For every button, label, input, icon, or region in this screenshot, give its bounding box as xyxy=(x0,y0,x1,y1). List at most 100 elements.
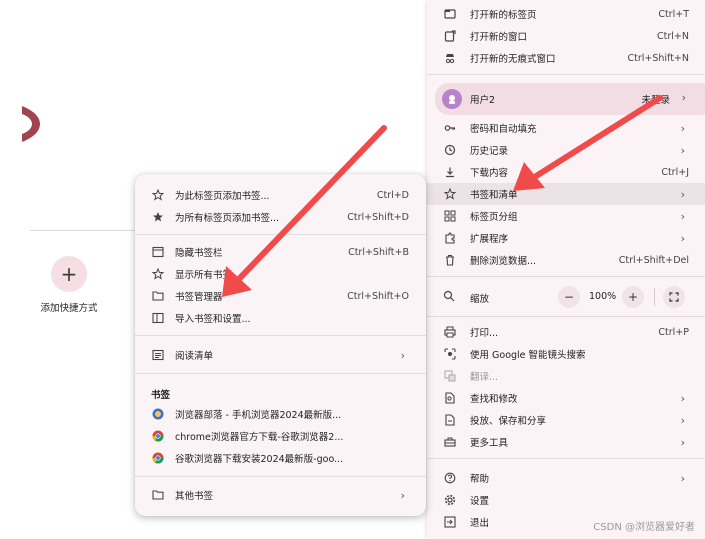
tab-groups-icon xyxy=(443,209,457,223)
menu-item-clear-data[interactable]: 删除浏览数据... Ctrl+Shift+Del xyxy=(427,249,705,271)
menu-divider xyxy=(427,316,705,317)
bookmark-bar-icon xyxy=(151,245,165,259)
translate-icon xyxy=(443,369,457,383)
menu-item-new-window[interactable]: 打开新的窗口 Ctrl+N xyxy=(427,25,705,47)
google-logo-fragment xyxy=(22,106,40,142)
star-icon xyxy=(443,187,457,201)
menu-item-passwords[interactable]: 密码和自动填充 › xyxy=(427,117,705,139)
zoom-in-button[interactable]: + xyxy=(622,286,644,308)
menu-item-downloads[interactable]: 下载内容 Ctrl+J xyxy=(427,161,705,183)
site-favicon-icon xyxy=(151,407,165,421)
avatar xyxy=(442,89,462,109)
trash-icon xyxy=(443,253,457,267)
submenu-divider xyxy=(135,234,426,235)
chevron-right-icon: › xyxy=(400,488,405,502)
profile-name: 用户2 xyxy=(470,95,496,106)
menu-item-history[interactable]: 历史记录 › xyxy=(427,139,705,161)
download-icon xyxy=(443,165,457,179)
zoom-divider xyxy=(654,288,655,306)
history-icon xyxy=(443,143,457,157)
star-outline-icon xyxy=(151,188,165,202)
zoom-out-button[interactable]: − xyxy=(558,286,580,308)
chevron-right-icon: › xyxy=(680,413,685,427)
menu-item-google-lens[interactable]: 使用 Google 智能镜头搜索 xyxy=(427,343,705,365)
bookmark-item[interactable]: 浏览器部落 - 手机浏览器2024最新版... xyxy=(135,403,426,425)
chrome-favicon-icon xyxy=(151,429,165,443)
add-shortcut-tile[interactable]: + 添加快捷方式 xyxy=(36,256,102,314)
fullscreen-button[interactable] xyxy=(663,286,685,308)
bookmark-item[interactable]: 谷歌浏览器下载安装2024最新版-goo... xyxy=(135,447,426,469)
find-icon xyxy=(443,391,457,405)
zoom-icon xyxy=(443,290,455,305)
new-tab-icon xyxy=(443,7,457,21)
bookmarks-submenu: 为此标签页添加书签... Ctrl+D 为所有标签页添加书签... Ctrl+S… xyxy=(135,174,426,516)
menu-item-settings[interactable]: 设置 xyxy=(427,489,705,511)
show-all-bookmarks-item[interactable]: 显示所有书签 xyxy=(135,263,426,285)
submenu-divider xyxy=(135,476,426,477)
menu-item-cast-save-share[interactable]: 投放、保存和分享 › xyxy=(427,409,705,431)
search-box-edge xyxy=(30,230,140,231)
menu-item-help[interactable]: 帮助 › xyxy=(427,467,705,489)
hide-bookmark-bar-item[interactable]: 隐藏书签栏 Ctrl+Shift+B xyxy=(135,241,426,263)
gear-icon xyxy=(443,493,457,507)
menu-item-print[interactable]: 打印... Ctrl+P xyxy=(427,321,705,343)
other-bookmarks-item[interactable]: 其他书签 › xyxy=(135,484,426,506)
exit-icon xyxy=(443,515,457,529)
chevron-right-icon: › xyxy=(680,209,685,223)
zoom-value: 100% xyxy=(589,291,617,302)
chevron-right-icon: › xyxy=(680,187,685,201)
menu-item-find-and-edit[interactable]: 查找和修改 › xyxy=(427,387,705,409)
reading-list-icon xyxy=(151,348,165,362)
lens-icon xyxy=(443,347,457,361)
extension-icon xyxy=(443,231,457,245)
submenu-divider xyxy=(135,373,426,374)
menu-item-bookmarks-and-lists[interactable]: 书签和清单 › xyxy=(427,183,705,205)
zoom-label: 缩放 xyxy=(470,294,490,305)
bookmark-manager-item[interactable]: 书签管理器 Ctrl+Shift+O xyxy=(135,285,426,307)
menu-divider xyxy=(427,74,705,75)
toolbox-icon xyxy=(443,435,457,449)
add-shortcut-label: 添加快捷方式 xyxy=(40,303,98,314)
menu-item-tab-groups[interactable]: 标签页分组 › xyxy=(427,205,705,227)
chevron-right-icon: › xyxy=(680,143,685,157)
menu-item-translate[interactable]: 翻译... xyxy=(427,365,705,387)
key-icon xyxy=(443,121,457,135)
reading-list-item[interactable]: 阅读清单 › xyxy=(135,344,426,366)
profile-button[interactable]: 用户2 未登录 › xyxy=(435,83,705,115)
menu-item-incognito[interactable]: 打开新的无痕式窗口 Ctrl+Shift+N xyxy=(427,47,705,69)
incognito-icon xyxy=(443,51,457,65)
chevron-right-icon: › xyxy=(400,348,405,362)
chrome-favicon-icon xyxy=(151,451,165,465)
bookmark-manager-icon xyxy=(151,289,165,303)
import-icon xyxy=(151,311,165,325)
cast-icon xyxy=(443,413,457,427)
new-window-icon xyxy=(443,29,457,43)
chevron-right-icon: › xyxy=(680,121,685,135)
chevron-right-icon: › xyxy=(680,471,685,485)
chevron-right-icon: › xyxy=(680,391,685,405)
menu-item-more-tools[interactable]: 更多工具 › xyxy=(427,431,705,453)
chevron-right-icon: › xyxy=(681,91,686,104)
menu-divider xyxy=(427,276,705,277)
watermark: CSDN @浏览器爱好者 xyxy=(593,522,695,533)
chevron-right-icon: › xyxy=(680,231,685,245)
bookmark-all-tabs-item[interactable]: 为所有标签页添加书签... Ctrl+Shift+D xyxy=(135,206,426,228)
help-icon xyxy=(443,471,457,485)
menu-item-new-tab[interactable]: 打开新的标签页 Ctrl+T xyxy=(427,3,705,25)
bookmarks-section-title: 书签 xyxy=(151,390,171,401)
star-list-icon xyxy=(151,267,165,281)
chrome-main-menu: 打开新的标签页 Ctrl+T 打开新的窗口 Ctrl+N 打开新的无痕式窗口 C… xyxy=(427,0,705,539)
chevron-right-icon: › xyxy=(680,435,685,449)
fullscreen-icon xyxy=(669,292,679,302)
import-bookmarks-item[interactable]: 导入书签和设置... xyxy=(135,307,426,329)
menu-divider xyxy=(427,458,705,459)
add-bookmark-item[interactable]: 为此标签页添加书签... Ctrl+D xyxy=(135,184,426,206)
print-icon xyxy=(443,325,457,339)
star-plus-icon xyxy=(151,210,165,224)
plus-icon[interactable]: + xyxy=(51,256,87,292)
submenu-divider xyxy=(135,335,426,336)
menu-item-extensions[interactable]: 扩展程序 › xyxy=(427,227,705,249)
bookmark-item[interactable]: chrome浏览器官方下载-谷歌浏览器2... xyxy=(135,425,426,447)
profile-status: 未登录 xyxy=(641,95,670,106)
zoom-row: 缩放 − 100% + xyxy=(427,285,705,309)
